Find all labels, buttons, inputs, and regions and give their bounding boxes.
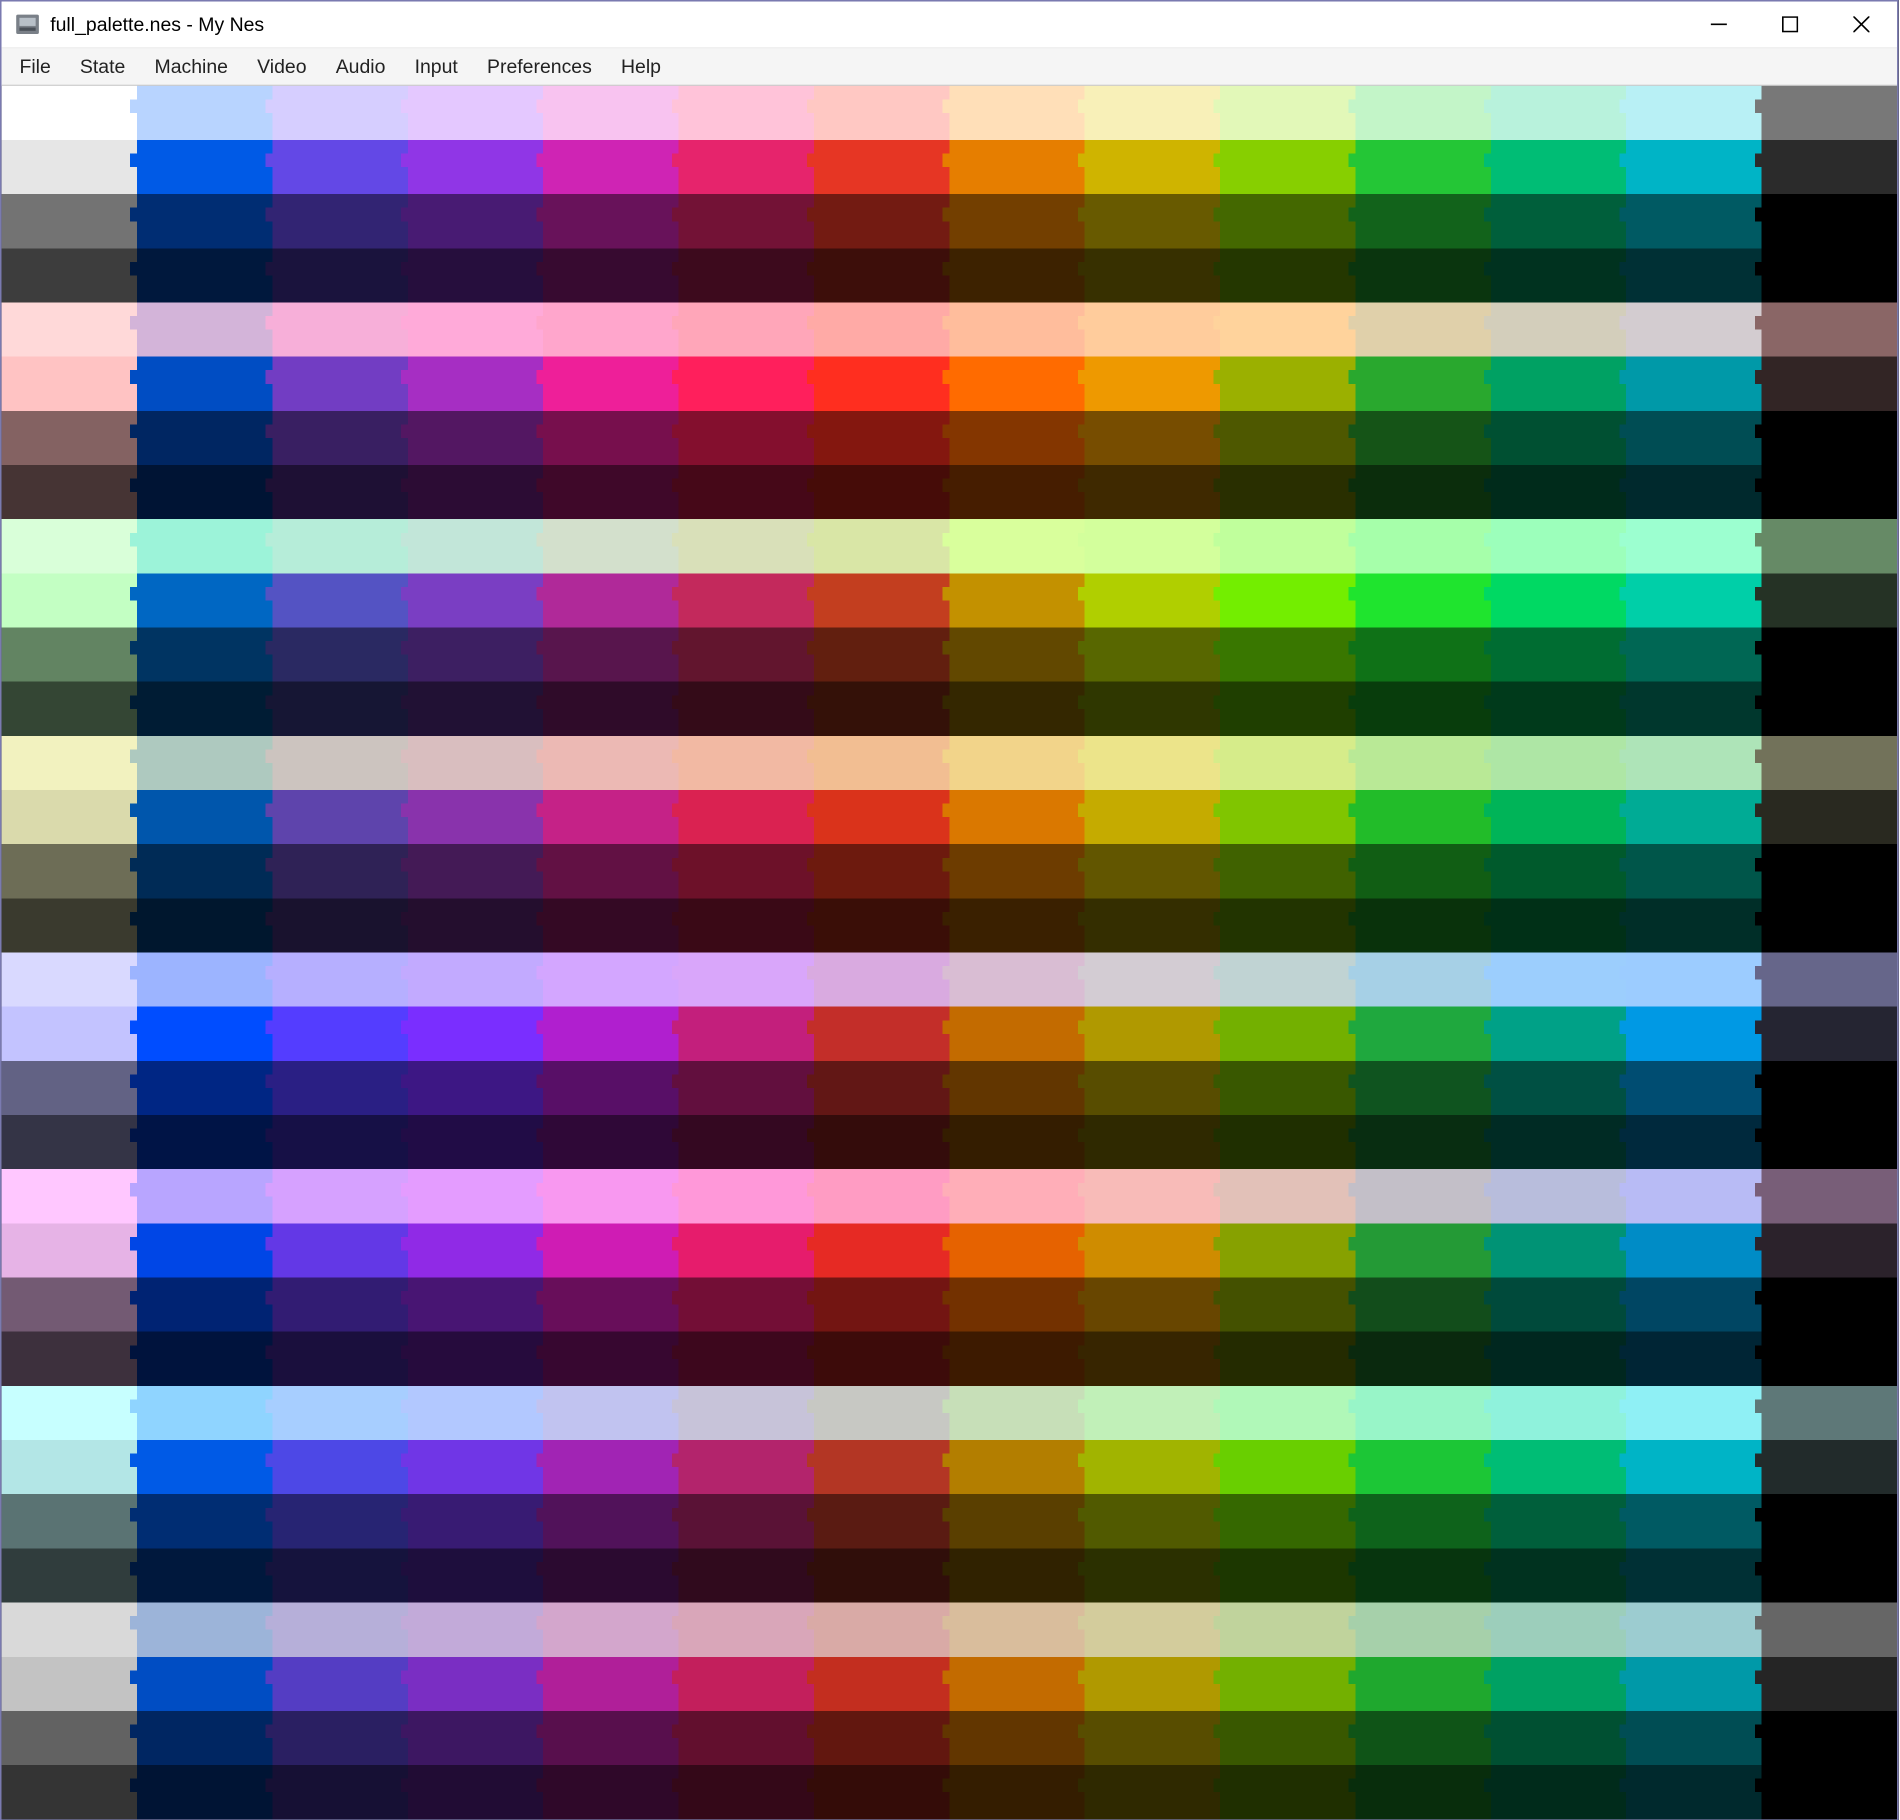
close-button[interactable] (1826, 2, 1897, 47)
menu-input[interactable]: Input (400, 49, 472, 85)
menu-preferences[interactable]: Preferences (472, 49, 606, 85)
nes-cartridge-icon (15, 11, 41, 37)
minimize-button[interactable] (1683, 2, 1754, 47)
menu-state[interactable]: State (65, 49, 140, 85)
menu-file[interactable]: File (5, 49, 65, 85)
titlebar[interactable]: full_palette.nes - My Nes (2, 2, 1897, 47)
menu-video[interactable]: Video (243, 49, 322, 85)
menu-audio[interactable]: Audio (321, 49, 400, 85)
window-controls (1683, 2, 1897, 47)
window-title: full_palette.nes - My Nes (50, 13, 1683, 36)
nes-palette-canvas (2, 86, 1897, 1819)
emulator-client-area (2, 86, 1897, 1819)
maximize-button[interactable] (1754, 2, 1825, 47)
application-window: full_palette.nes - My Nes File State Mac… (0, 0, 1899, 1820)
menu-machine[interactable]: Machine (140, 49, 243, 85)
menu-help[interactable]: Help (606, 49, 675, 85)
menubar: File State Machine Video Audio Input Pre… (2, 47, 1897, 86)
